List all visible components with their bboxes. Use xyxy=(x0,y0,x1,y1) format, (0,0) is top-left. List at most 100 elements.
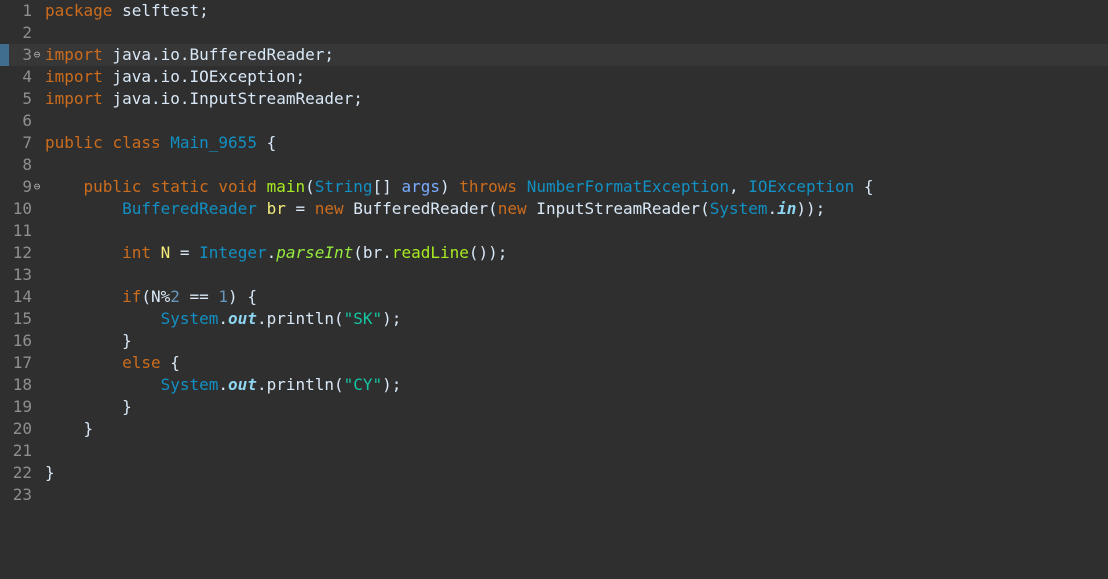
code-token: java.io.BufferedReader; xyxy=(102,45,334,64)
code-token: } xyxy=(45,463,55,482)
code-line[interactable]: 6 xyxy=(0,110,1108,132)
code-token: String xyxy=(314,177,373,196)
code-token: ()); xyxy=(468,243,508,262)
line-marker xyxy=(0,330,9,352)
line-marker xyxy=(0,352,9,374)
code-line[interactable]: 22} xyxy=(0,462,1108,484)
code-token: . xyxy=(266,243,277,262)
code-text: import java.io.BufferedReader; xyxy=(45,44,334,66)
line-number: 17 xyxy=(12,353,32,372)
code-line[interactable]: 17 else { xyxy=(0,352,1108,374)
code-line[interactable]: 1 package selftest; xyxy=(0,0,1108,22)
code-token: BufferedReader xyxy=(122,199,257,218)
code-text: import java.io.InputStreamReader; xyxy=(45,88,363,110)
code-token: if xyxy=(122,287,142,306)
code-token: ) { xyxy=(228,287,257,306)
code-line[interactable]: 14 if(N%2 == 1) { xyxy=(0,286,1108,308)
code-line[interactable]: 21 xyxy=(0,440,1108,462)
line-number: 1 xyxy=(22,1,32,20)
line-number: 11 xyxy=(12,221,32,240)
code-line[interactable]: 15 System.out.println("SK"); xyxy=(0,308,1108,330)
code-line[interactable]: 18 System.out.println("CY"); xyxy=(0,374,1108,396)
code-token: void xyxy=(218,177,257,196)
line-marker xyxy=(0,418,9,440)
code-token: static xyxy=(150,177,209,196)
collapse-fold-icon[interactable]: ⊖ xyxy=(32,176,42,198)
code-token: (N% xyxy=(141,287,171,306)
line-marker xyxy=(0,396,9,418)
code-token: { xyxy=(854,177,874,196)
code-line[interactable]: 3 ⊖ import java.io.BufferedReader; xyxy=(0,44,1108,66)
code-token: else xyxy=(122,353,161,372)
code-token: parseInt xyxy=(276,243,354,262)
line-marker xyxy=(0,440,9,462)
code-token: (br. xyxy=(353,243,392,262)
code-line[interactable]: 7 public class Main_9655 { xyxy=(0,132,1108,154)
code-token: { xyxy=(256,133,277,152)
code-line[interactable]: 19 } xyxy=(0,396,1108,418)
line-marker xyxy=(0,484,9,506)
code-token: "CY" xyxy=(343,375,383,394)
code-token: InputStreamReader( xyxy=(526,199,710,218)
line-marker xyxy=(0,286,9,308)
code-line[interactable]: 16 } xyxy=(0,330,1108,352)
code-token: selftest; xyxy=(112,1,209,20)
line-number: 15 xyxy=(12,309,32,328)
code-token: public xyxy=(45,133,103,152)
code-line[interactable]: 13 xyxy=(0,264,1108,286)
code-token: . xyxy=(218,309,229,328)
code-token: . xyxy=(218,375,229,394)
line-marker xyxy=(0,220,9,242)
code-editor[interactable]: 1 package selftest; 2 3 ⊖ import java.io.Buff… xyxy=(0,0,1108,579)
code-line[interactable]: 12 int N = Integer.parseInt(br.readLine(… xyxy=(0,242,1108,264)
line-number: 5 xyxy=(22,89,32,108)
line-number: 7 xyxy=(22,133,32,152)
code-token: args xyxy=(401,177,440,196)
code-line[interactable]: 10 BufferedReader br = new BufferedReade… xyxy=(0,198,1108,220)
code-token: } xyxy=(45,331,132,350)
code-text: } xyxy=(45,396,132,418)
line-number: 9 xyxy=(22,177,32,196)
code-text: System.out.println("SK"); xyxy=(45,308,402,330)
code-token: 2 xyxy=(170,287,180,306)
code-text: int N = Integer.parseInt(br.readLine()); xyxy=(45,242,507,264)
line-number: 10 xyxy=(12,199,32,218)
line-marker xyxy=(0,88,9,110)
line-number: 16 xyxy=(12,331,32,350)
code-line[interactable]: 5 import java.io.InputStreamReader; xyxy=(0,88,1108,110)
code-token: ); xyxy=(382,375,402,394)
line-marker xyxy=(0,374,9,396)
code-line[interactable]: 20 } xyxy=(0,418,1108,440)
code-text: if(N%2 == 1) { xyxy=(45,286,257,308)
collapse-fold-icon[interactable]: ⊖ xyxy=(32,44,42,66)
code-token: .println( xyxy=(256,309,344,328)
code-text: } xyxy=(45,418,94,440)
code-line[interactable]: 8 xyxy=(0,154,1108,176)
code-token: = xyxy=(285,199,315,218)
line-number: 20 xyxy=(12,419,32,438)
code-token: new xyxy=(314,199,344,218)
code-line[interactable]: 4 import java.io.IOException; xyxy=(0,66,1108,88)
code-line[interactable]: 2 xyxy=(0,22,1108,44)
line-marker xyxy=(0,66,9,88)
code-token: import xyxy=(45,45,103,64)
code-token: class xyxy=(112,133,161,152)
code-line[interactable]: 23 xyxy=(0,484,1108,506)
code-token: )); xyxy=(796,199,826,218)
line-marker xyxy=(0,264,9,286)
code-line[interactable]: 11 xyxy=(0,220,1108,242)
line-number: 3 xyxy=(22,45,32,64)
code-token: public xyxy=(83,177,142,196)
code-line[interactable]: 9 ⊖ public static void main(String[] args… xyxy=(0,176,1108,198)
line-marker xyxy=(0,154,9,176)
code-text: BufferedReader br = new BufferedReader(n… xyxy=(45,198,825,220)
line-marker xyxy=(0,308,9,330)
code-token: in xyxy=(777,199,797,218)
